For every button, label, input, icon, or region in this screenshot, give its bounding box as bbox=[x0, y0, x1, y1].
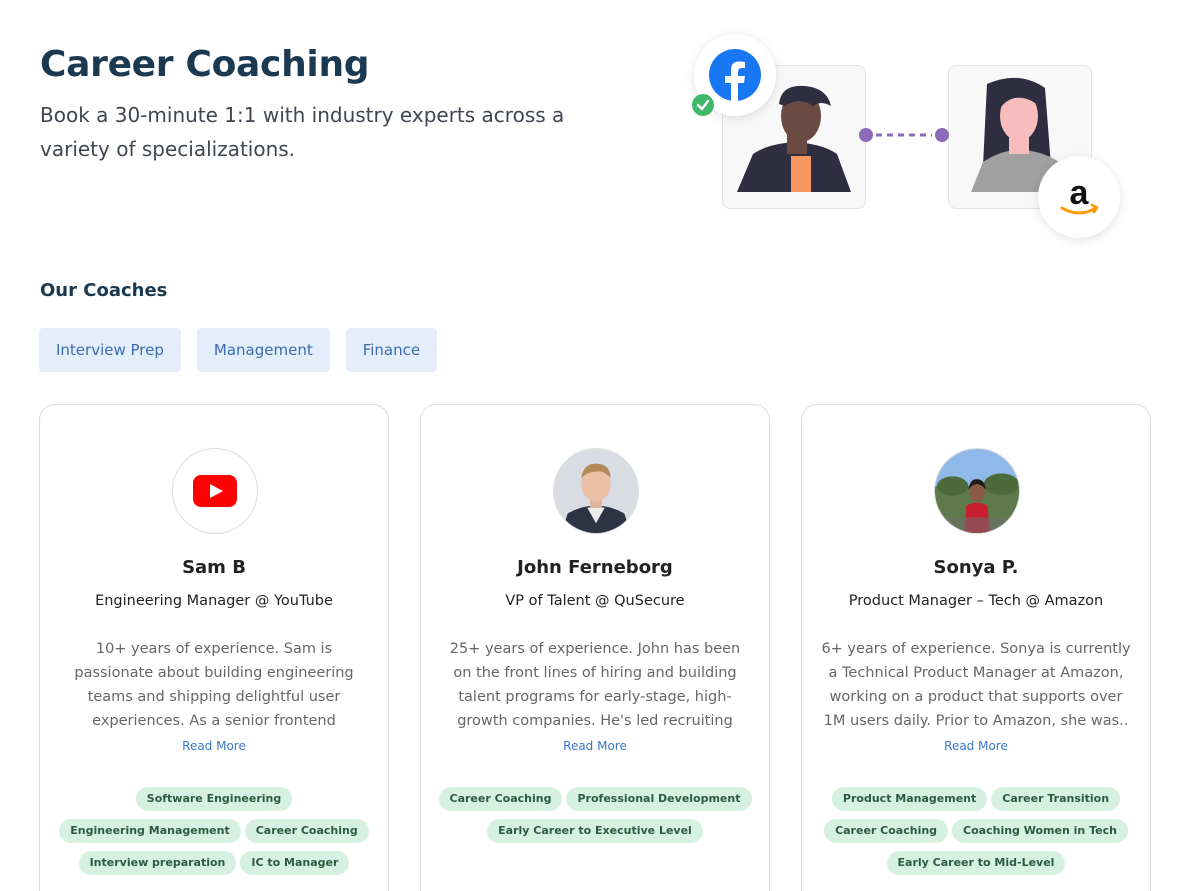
coach-card-list: Sam B Engineering Manager @ YouTube 10+ … bbox=[39, 404, 1151, 891]
read-more-link[interactable]: Read More bbox=[421, 739, 769, 753]
amazon-icon: a bbox=[1038, 156, 1120, 238]
tag: Product Management bbox=[831, 787, 988, 811]
hero-illustration: a bbox=[690, 30, 1130, 245]
filter-interview-prep[interactable]: Interview Prep bbox=[39, 328, 181, 372]
tag: Software Engineering bbox=[135, 787, 293, 811]
tag-list: Career Coaching Professional Development… bbox=[431, 787, 759, 843]
read-more-link[interactable]: Read More bbox=[40, 739, 388, 753]
tag: Interview preparation bbox=[78, 851, 237, 875]
tag: Engineering Management bbox=[59, 819, 241, 843]
coaches-section-title: Our Coaches bbox=[40, 280, 168, 301]
coach-bio: 10+ years of experience. Sam is passiona… bbox=[74, 641, 354, 729]
tag: Coaching Women in Tech bbox=[952, 819, 1128, 843]
coach-name: Sam B bbox=[182, 557, 246, 578]
svg-text:a: a bbox=[1070, 174, 1090, 212]
coach-role: Engineering Manager @ YouTube bbox=[95, 593, 333, 609]
tag: Career Coaching bbox=[824, 819, 949, 843]
coach-card[interactable]: John Ferneborg VP of Talent @ QuSecure 2… bbox=[420, 404, 770, 891]
coach-bio: 6+ years of experience. Sonya is current… bbox=[821, 641, 1131, 729]
filter-bar: Interview Prep Management Finance bbox=[39, 328, 438, 372]
filter-management[interactable]: Management bbox=[196, 328, 330, 372]
coach-card[interactable]: Sam B Engineering Manager @ YouTube 10+ … bbox=[39, 404, 389, 891]
page-subtitle: Book a 30-minute 1:1 with industry exper… bbox=[40, 103, 565, 161]
tag: Career Coaching bbox=[244, 819, 369, 843]
tag: IC to Manager bbox=[240, 851, 350, 875]
coach-card[interactable]: Sonya P. Product Manager – Tech @ Amazon… bbox=[801, 404, 1151, 891]
tag: Career Coaching bbox=[438, 787, 563, 811]
tag: Professional Development bbox=[566, 787, 752, 811]
tag: Career Transition bbox=[991, 787, 1121, 811]
filter-finance[interactable]: Finance bbox=[345, 328, 438, 372]
tag-list: Product Management Career Transition Car… bbox=[812, 787, 1140, 875]
read-more-link[interactable]: Read More bbox=[802, 739, 1150, 753]
tag: Early Career to Executive Level bbox=[487, 819, 703, 843]
coach-role: Product Manager – Tech @ Amazon bbox=[848, 593, 1104, 609]
coach-name: John Ferneborg bbox=[517, 557, 673, 578]
coach-name: Sonya P. bbox=[933, 557, 1019, 578]
page-title: Career Coaching bbox=[40, 44, 370, 85]
coach-role: VP of Talent @ QuSecure bbox=[505, 593, 685, 609]
tag: Early Career to Mid-Level bbox=[886, 851, 1066, 875]
youtube-icon bbox=[172, 448, 258, 534]
tag-list: Software Engineering Engineering Managem… bbox=[50, 787, 378, 875]
check-icon bbox=[690, 92, 716, 118]
connection-dashes bbox=[859, 128, 949, 142]
avatar bbox=[934, 448, 1020, 534]
avatar bbox=[553, 448, 639, 534]
coach-bio: 25+ years of experience. John has been o… bbox=[449, 641, 741, 729]
